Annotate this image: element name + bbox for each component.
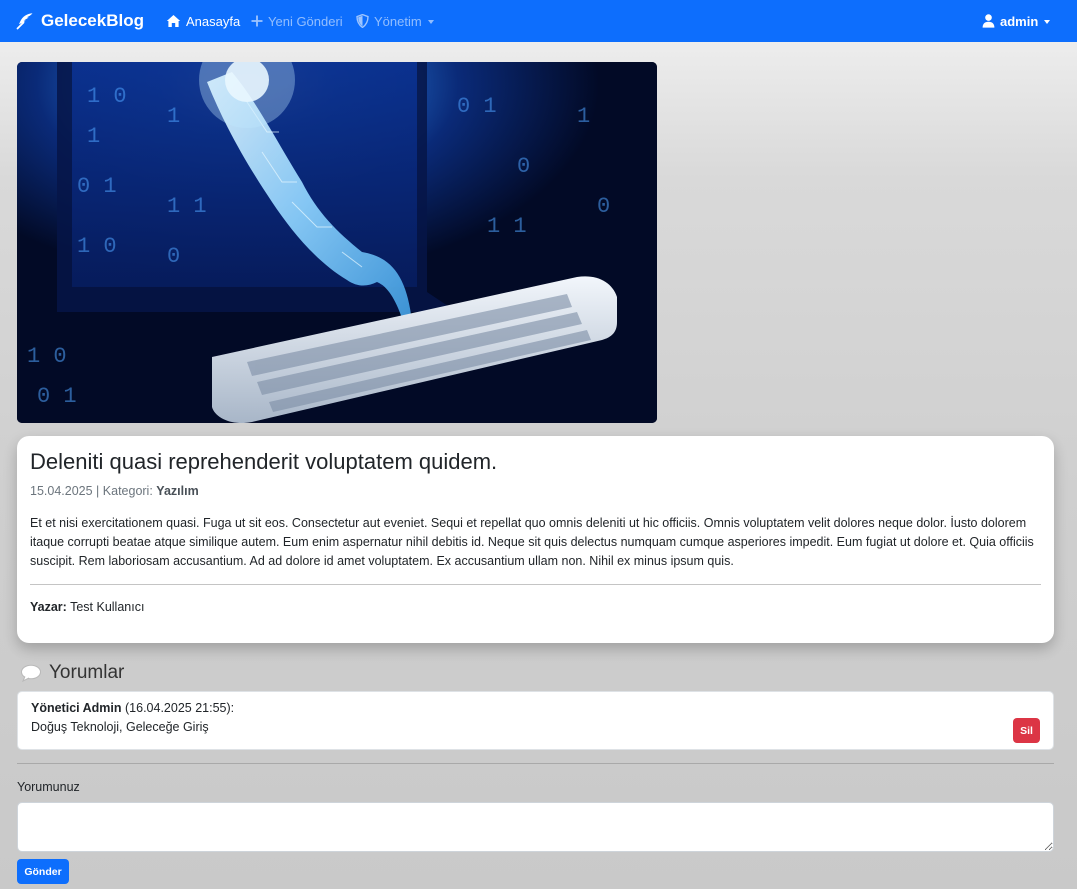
nav-item-home[interactable]: Anasayfa	[165, 0, 240, 42]
comment-form-label: Yorumunuz	[17, 780, 80, 794]
user-menu[interactable]: admin	[982, 0, 1051, 42]
user-icon	[982, 13, 995, 29]
comments-heading-label: Yorumlar	[49, 662, 125, 683]
speech-bubble-icon	[20, 663, 42, 683]
comment-author: Yönetici Admin	[31, 701, 122, 715]
svg-text:0 1: 0 1	[77, 174, 117, 199]
svg-text:0: 0	[597, 194, 610, 219]
shield-icon	[356, 13, 369, 29]
post-author: Yazar: Test Kullanıcı	[30, 600, 144, 614]
post-date: 15.04.2025	[30, 484, 93, 498]
brand-link[interactable]: GelecekBlog	[16, 0, 144, 42]
post-title: Deleniti quasi reprehenderit voluptatem …	[30, 449, 498, 474]
nav-item-new-post[interactable]: Yeni Gönderi	[251, 0, 343, 42]
svg-text:0 1: 0 1	[457, 94, 497, 119]
svg-text:0 1: 0 1	[37, 384, 77, 409]
plus-icon	[251, 13, 263, 29]
svg-text:1: 1	[167, 104, 180, 129]
submit-comment-button[interactable]: Gönder	[17, 859, 69, 884]
divider	[30, 584, 1041, 585]
post-image: 1 0 1 0 1 1 0 1 1 1 0 0 1 0 1 1 1 0 1 0 …	[17, 62, 657, 423]
comment-text: Doğuş Teknoloji, Geleceğe Giriş	[31, 720, 209, 734]
meta-separator: |	[96, 484, 100, 498]
svg-text:1: 1	[87, 124, 100, 149]
comment-timestamp: (16.04.2025 21:55):	[125, 701, 235, 715]
nav-item-home-label: Anasayfa	[186, 13, 241, 29]
svg-text:1 0: 1 0	[87, 84, 127, 109]
chevron-down-icon	[1044, 19, 1051, 24]
nav-item-admin-label: Yönetim	[374, 13, 422, 29]
user-menu-label: admin	[1000, 13, 1039, 29]
robot-hand-keyboard-image: 1 0 1 0 1 1 0 1 1 1 0 0 1 0 1 1 1 0 1 0 …	[17, 62, 657, 423]
chevron-down-icon	[427, 19, 434, 24]
post-card: Deleniti quasi reprehenderit voluptatem …	[17, 436, 1054, 643]
author-name: Test Kullanıcı	[70, 600, 145, 614]
home-icon	[165, 13, 181, 29]
brand-name: GelecekBlog	[41, 11, 144, 30]
svg-text:0: 0	[167, 244, 180, 269]
divider	[17, 763, 1054, 764]
feather-pen-icon	[16, 12, 34, 30]
nav-item-new-post-label: Yeni Gönderi	[268, 13, 343, 29]
category-value: Yazılım	[156, 484, 199, 498]
navbar: GelecekBlog Anasayfa Yeni Gönderi Yöneti…	[0, 0, 1077, 42]
post-meta: 15.04.2025 | Kategori: Yazılım	[30, 484, 199, 498]
svg-text:1 1: 1 1	[167, 194, 207, 219]
comments-heading: Yorumlar	[20, 662, 124, 684]
post-body: Et et nisi exercitationem quasi. Fuga ut…	[30, 516, 1034, 568]
svg-text:1: 1	[577, 104, 590, 129]
author-label: Yazar:	[30, 600, 67, 614]
nav-item-admin[interactable]: Yönetim	[356, 0, 434, 42]
category-label: Kategori:	[102, 484, 153, 498]
delete-comment-button[interactable]: Sil	[1013, 718, 1040, 743]
svg-text:1 0: 1 0	[27, 344, 67, 369]
comment-input[interactable]	[17, 802, 1054, 852]
svg-text:0: 0	[517, 154, 530, 179]
svg-text:1 1: 1 1	[487, 214, 527, 239]
comment-item: Yönetici Admin (16.04.2025 21:55): Doğuş…	[17, 691, 1054, 750]
comment-header: Yönetici Admin (16.04.2025 21:55):	[31, 701, 234, 715]
svg-text:1 0: 1 0	[77, 234, 117, 259]
